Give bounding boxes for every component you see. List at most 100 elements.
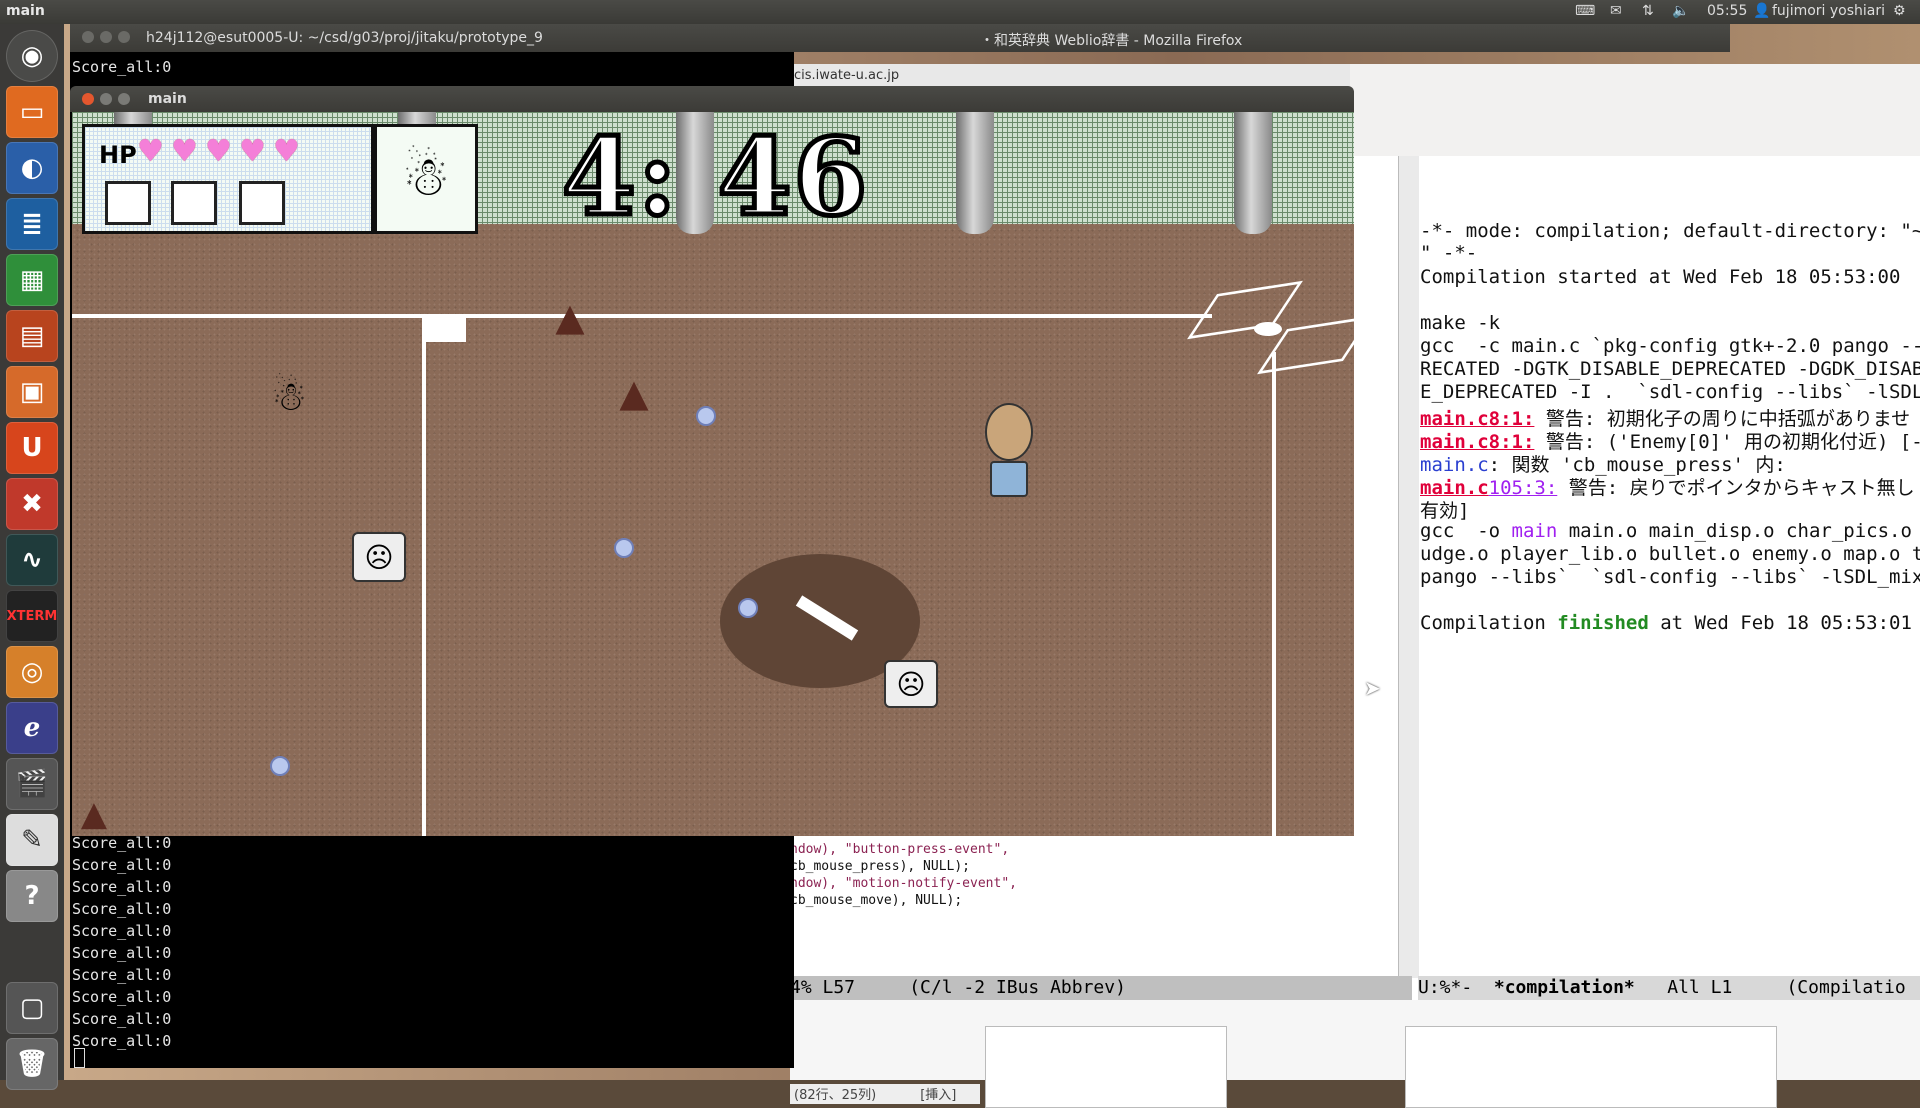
workspace-switcher-icon[interactable]: ▢ [6,982,58,1034]
files-icon[interactable]: ▭ [6,86,58,138]
firefox-icon[interactable]: ◐ [6,142,58,194]
dash-home-icon[interactable]: ◉ [6,30,58,82]
cone-enemy-icon: ▲ [619,371,649,415]
keyboard-icon[interactable]: ⌨ [1575,3,1595,19]
tv-enemy-icon: ☹ [352,532,406,582]
source-line: ndow), "motion-notify-event", [790,876,1017,891]
terminal-line: Score_all:0 [72,1010,172,1028]
item-slot [105,181,151,225]
player-portrait: ☃ [374,124,478,234]
text-editor-icon[interactable]: ✎ [6,814,58,866]
field-line [422,314,426,836]
modeline-left[interactable]: 4% L57 (C/l -2 IBus Abbrev) [790,976,1412,1000]
game-field[interactable]: HP ♥ ♥ ♥ ♥ ♥ ☃ 4: 46 ▲ ▲ ▲ ☃ ☹ ☹ [72,112,1354,836]
heart-icon: ♥ [205,134,232,169]
compilation-line: 有効] [1420,500,1470,522]
base-plate [424,318,466,342]
mail-icon[interactable]: ✉ [1610,3,1622,19]
terminal-line: Score_all:0 [72,58,172,76]
firefox-titlebar[interactable]: ・和英辞典 Weblio辞書 - Mozilla Firefox [790,24,1730,52]
game-timer: 4: 46 [559,114,870,239]
text-editor-window[interactable] [985,1026,1227,1108]
user-name[interactable]: fujimori yoshiari [1772,3,1885,19]
system-settings-icon[interactable]: ✖ [6,478,58,530]
firefox-url-bar[interactable]: cis.iwate-u.ac.jp [790,64,1350,88]
top-panel: main ⌨ ✉ ⇅ 🔈 05:55 👤 fujimori yoshiari ⚙ [0,0,1920,24]
compilation-line: -*- mode: compilation; default-directory… [1420,220,1920,242]
maximize-icon[interactable] [118,93,130,105]
help-icon[interactable]: ? [6,870,58,922]
compilation-buffer[interactable]: -*- mode: compilation; default-directory… [1420,156,1920,976]
source-buffer[interactable]: ndow), "button-press-event", cb_mouse_pr… [790,834,1410,974]
writer-icon[interactable]: ≣ [6,198,58,250]
source-line: cb_mouse_press), NULL); [790,859,971,874]
maximize-icon[interactable] [118,31,130,43]
terminal-line: Score_all:0 [72,878,172,896]
bullet-orb [270,756,290,776]
software-center-icon[interactable]: ▣ [6,366,58,418]
hp-panel: HP ♥ ♥ ♥ ♥ ♥ [82,124,374,234]
impress-icon[interactable]: ▤ [6,310,58,362]
tv-enemy-icon: ☹ [884,660,938,708]
volume-icon[interactable]: 🔈 [1672,3,1689,19]
heart-icon: ♥ [171,134,198,169]
game-titlebar[interactable]: main [70,86,1354,112]
compilation-line: make -k [1420,312,1501,334]
terminal-line: Score_all:0 [72,966,172,984]
clock[interactable]: 05:55 [1707,3,1747,19]
terminal-title: h24j112@esut0005-U: ~/csd/g03/proj/jitak… [146,30,543,46]
network-icon[interactable]: ⇅ [1642,3,1654,19]
minimize-icon[interactable] [100,93,112,105]
user-icon[interactable]: 👤 [1753,3,1770,19]
item-slot [171,181,217,225]
heart-icon: ♥ [137,134,164,169]
terminal-line: Score_all:0 [72,900,172,918]
compilation-finished-line: Compilation finished at Wed Feb 18 05:53… [1420,612,1912,634]
boss-character-icon [984,402,1034,498]
editor-statusbar: (82行、25列) [挿入] [790,1084,980,1104]
active-app-title: main [6,3,45,19]
close-icon[interactable] [82,93,94,105]
warning-line[interactable]: main.c105:3: 警告: 戻りでポインタからキャスト無し [1420,473,1915,500]
settings-gear-icon[interactable]: ⚙ [1893,3,1906,19]
terminal-titlebar[interactable]: h24j112@esut0005-U: ~/csd/g03/proj/jitak… [70,24,790,52]
terminal-line: Score_all:0 [72,856,172,874]
player-portrait-icon: ☃ [401,144,451,208]
game-title: main [148,91,187,107]
ubuntu-one-icon[interactable]: U [6,422,58,474]
system-monitor-icon[interactable]: ∿ [6,534,58,586]
warning-message: 警告: 戻りでポインタからキャスト無し [1557,477,1915,499]
mouse-pointer-icon: ➤ [1364,676,1381,700]
firefox-title: ・和英辞典 Weblio辞書 - Mozilla Firefox [980,33,1243,49]
bullet-orb [738,598,758,618]
close-icon[interactable] [82,31,94,43]
terminal-line: Score_all:0 [72,1032,172,1050]
launcher: ◉ ▭ ◐ ≣ ▦ ▤ ▣ U ✖ ∿ XTERM ◎ ℯ 🎬 ✎ ? ▢ 🗑 [0,24,64,1090]
gcc-line: gcc -o main main.o main_disp.o char_pics… [1420,520,1920,542]
terminal-line: Score_all:0 [72,922,172,940]
emacs-icon[interactable]: ℯ [6,702,58,754]
video-editor-icon[interactable]: 🎬 [6,758,58,810]
shotwell-icon[interactable]: ◎ [6,646,58,698]
compilation-line: E_DEPRECATED -I . `sdl-config --libs` -l… [1420,381,1920,403]
compilation-line: RECATED -DGTK_DISABLE_DEPRECATED -DGDK_D… [1420,358,1920,380]
modeline-right[interactable]: U:%*- *compilation* All L1 (Compilatio [1418,976,1920,1000]
compilation-line: udge.o player_lib.o bullet.o enemy.o map… [1420,543,1920,565]
bullet-orb [614,538,634,558]
heart-icon: ♥ [239,134,266,169]
source-line: ndow), "button-press-event", [790,842,1010,857]
xterm-icon[interactable]: XTERM [6,590,58,642]
text-editor-window[interactable] [1405,1026,1777,1108]
terminal-line: Score_all:0 [72,988,172,1006]
gcc-target: main [1511,520,1558,542]
calc-icon[interactable]: ▦ [6,254,58,306]
trash-icon[interactable]: 🗑 [6,1038,58,1090]
item-slot [239,181,285,225]
insert-mode: [挿入] [920,1088,957,1103]
minimize-icon[interactable] [100,31,112,43]
hp-label: HP [99,141,137,169]
warning-location[interactable]: 105:3: [1489,477,1558,499]
compilation-line: " -*- [1420,242,1478,264]
terminal-output: Score_all:0 Score_all:0 Score_all:0 Score_a… [72,832,171,1052]
terminal-cursor [74,1048,85,1068]
